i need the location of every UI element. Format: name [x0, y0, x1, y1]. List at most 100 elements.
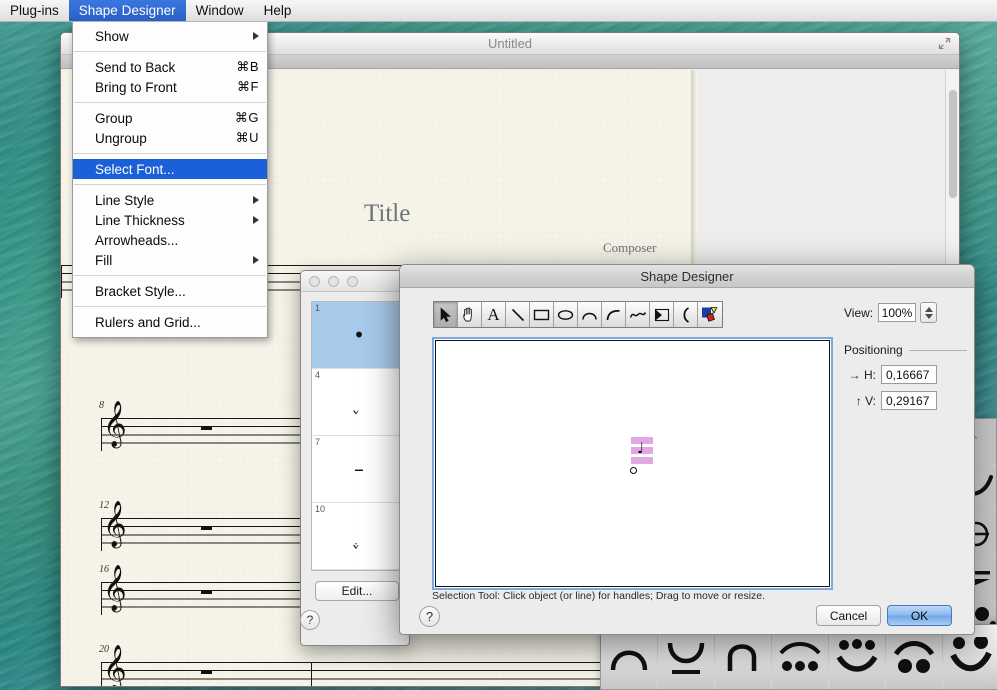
- articulation-window-titlebar[interactable]: [301, 271, 409, 292]
- positioning-h-input[interactable]: 0,16667: [881, 365, 937, 384]
- shape-designer-dialog[interactable]: Shape Designer A: [399, 264, 975, 635]
- menu-item-bring-to-front[interactable]: Bring to Front ⌘F: [73, 77, 267, 97]
- maximize-button[interactable]: [347, 276, 358, 287]
- whole-rest[interactable]: [201, 590, 212, 594]
- ok-button[interactable]: OK: [887, 605, 952, 626]
- submenu-arrow-icon: [253, 32, 259, 40]
- menu-item-line-thickness[interactable]: Line Thickness: [73, 210, 267, 230]
- menu-item-shortcut: ⌘U: [236, 130, 259, 146]
- wave-tool[interactable]: [626, 302, 650, 327]
- menu-item-shortcut: ⌘G: [235, 110, 259, 126]
- menu-item-bracket-style[interactable]: Bracket Style...: [73, 281, 267, 301]
- menu-separator: [74, 102, 266, 103]
- barline: [101, 418, 102, 451]
- menu-item-line-style[interactable]: Line Style: [73, 190, 267, 210]
- shape-designer-hint: Selection Tool: Click object (or line) f…: [432, 590, 765, 602]
- menu-separator: [74, 275, 266, 276]
- list-item-index: 1: [315, 303, 320, 313]
- menu-item-label: Select Font...: [95, 162, 175, 177]
- cancel-button[interactable]: Cancel: [816, 605, 881, 626]
- line-tool[interactable]: [506, 302, 530, 327]
- curve-tool[interactable]: [602, 302, 626, 327]
- menu-plug-ins[interactable]: Plug-ins: [0, 0, 69, 21]
- selected-shape-glyph[interactable]: ♩: [637, 441, 644, 456]
- menu-window[interactable]: Window: [186, 0, 254, 21]
- zoom-window-icon[interactable]: [938, 37, 951, 50]
- submenu-arrow-icon: [253, 216, 259, 224]
- menu-item-label: Line Thickness: [95, 213, 185, 228]
- hand-tool[interactable]: [458, 302, 482, 327]
- positioning-heading: Positioning: [844, 343, 967, 357]
- text-tool[interactable]: A: [482, 302, 506, 327]
- shape-designer-title: Shape Designer: [640, 269, 733, 284]
- list-item[interactable]: 10 𝆀: [312, 503, 406, 570]
- articulation-help-button[interactable]: ?: [300, 610, 320, 630]
- menu-item-arrowheads[interactable]: Arrowheads...: [73, 230, 267, 250]
- positioning-h-label: → H:: [846, 368, 876, 382]
- shape-designer-canvas[interactable]: ♩: [435, 340, 830, 587]
- ellipse-tool[interactable]: [554, 302, 578, 327]
- whole-rest[interactable]: [201, 526, 212, 530]
- shape-designer-help-button[interactable]: ?: [419, 606, 440, 627]
- stepper-up-icon[interactable]: [925, 307, 933, 312]
- shape-designer-toolbar[interactable]: A: [433, 301, 723, 328]
- menu-item-label: Fill: [95, 253, 112, 268]
- list-item-index: 7: [315, 437, 320, 447]
- document-title: Untitled: [488, 36, 532, 51]
- view-zoom-input[interactable]: 100%: [878, 303, 916, 322]
- list-item[interactable]: 4 𝅿: [312, 369, 406, 436]
- score-title: Title: [364, 200, 410, 228]
- list-item[interactable]: 1 •: [312, 302, 406, 369]
- menu-item-label: Ungroup: [95, 131, 147, 146]
- menu-separator: [74, 51, 266, 52]
- barline: [101, 582, 102, 615]
- fill-color-tool[interactable]: [698, 302, 722, 327]
- menu-item-show[interactable]: Show: [73, 26, 267, 46]
- positioning-label: Positioning: [844, 343, 903, 357]
- menu-item-label: Rulers and Grid...: [95, 315, 201, 330]
- menu-item-label: Show: [95, 29, 129, 44]
- menu-item-fill[interactable]: Fill: [73, 250, 267, 270]
- barline: [61, 265, 62, 298]
- menu-item-send-to-back[interactable]: Send to Back ⌘B: [73, 57, 267, 77]
- menu-item-shortcut: ⌘F: [237, 79, 259, 95]
- menu-item-label: Line Style: [95, 193, 154, 208]
- positioning-v-input[interactable]: 0,29167: [881, 391, 937, 410]
- close-button[interactable]: [309, 276, 320, 287]
- menu-item-rulers-and-grid[interactable]: Rulers and Grid...: [73, 312, 267, 332]
- list-item-index: 4: [315, 370, 320, 380]
- menu-item-label: Send to Back: [95, 60, 175, 75]
- list-item[interactable]: 7 –: [312, 436, 406, 503]
- edit-button[interactable]: Edit...: [315, 581, 399, 601]
- shape-designer-menu[interactable]: Show Send to Back ⌘B Bring to Front ⌘F G…: [72, 22, 268, 338]
- scrollbar-thumb[interactable]: [949, 90, 957, 198]
- menu-item-label: Group: [95, 111, 133, 126]
- rectangle-tool[interactable]: [530, 302, 554, 327]
- score-composer: Composer: [603, 240, 656, 256]
- polygon-tool[interactable]: [650, 302, 674, 327]
- selection-tool[interactable]: [434, 302, 458, 327]
- barline: [101, 662, 102, 686]
- shape-designer-titlebar[interactable]: Shape Designer: [400, 265, 974, 288]
- menu-item-group[interactable]: Group ⌘G: [73, 108, 267, 128]
- arc-tool[interactable]: [578, 302, 602, 327]
- menu-shape-designer[interactable]: Shape Designer: [69, 0, 186, 21]
- menu-separator: [74, 184, 266, 185]
- menu-help[interactable]: Help: [254, 0, 302, 21]
- barline: [311, 662, 312, 686]
- origin-handle[interactable]: [630, 467, 637, 474]
- minimize-button[interactable]: [328, 276, 339, 287]
- menu-item-select-font[interactable]: Select Font...: [73, 159, 267, 179]
- articulation-list[interactable]: 1 • 4 𝅿 7 – 10 𝆀: [311, 301, 407, 571]
- view-zoom-stepper[interactable]: [920, 302, 937, 323]
- list-item-glyph: –: [354, 459, 364, 479]
- whole-rest[interactable]: [201, 426, 212, 430]
- list-item-glyph: •: [353, 325, 365, 345]
- articulation-selection-window[interactable]: 1 • 4 𝅿 7 – 10 𝆀 Edit...: [300, 270, 410, 646]
- stepper-down-icon[interactable]: [925, 314, 933, 319]
- menu-item-ungroup[interactable]: Ungroup ⌘U: [73, 128, 267, 148]
- slur-tool[interactable]: [674, 302, 698, 327]
- submenu-arrow-icon: [253, 196, 259, 204]
- whole-rest[interactable]: [201, 670, 212, 674]
- menu-bar[interactable]: Plug-ins Shape Designer Window Help: [0, 0, 997, 22]
